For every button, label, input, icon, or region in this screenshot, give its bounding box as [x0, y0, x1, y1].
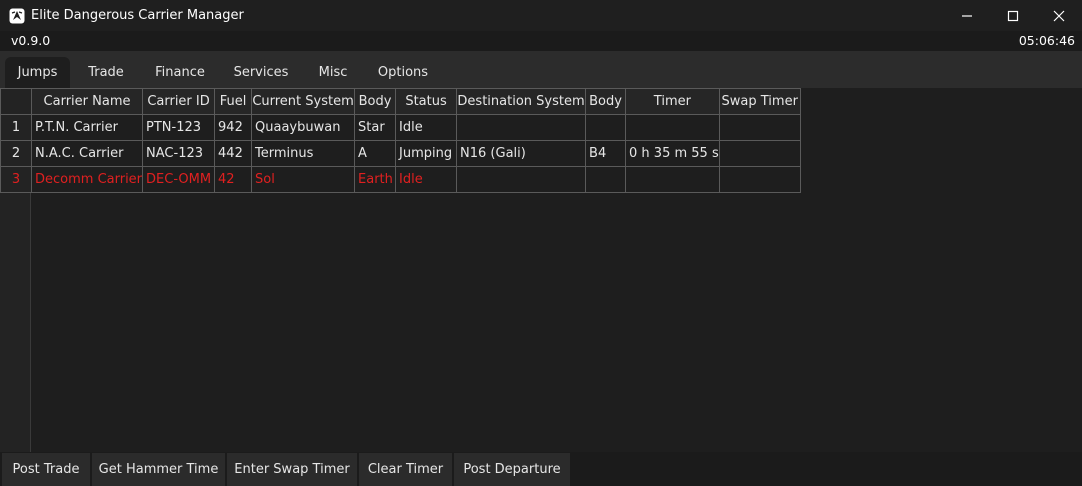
column-header[interactable]: Current System	[251, 88, 356, 115]
corner-cell[interactable]	[0, 88, 32, 115]
table-cell[interactable]: 942	[214, 114, 253, 141]
tab-services[interactable]: Services	[222, 57, 300, 88]
tab-label: Jumps	[17, 65, 58, 80]
window-controls	[944, 0, 1082, 31]
tab-trade[interactable]: Trade	[74, 57, 138, 88]
header-row: Carrier Name Carrier ID Fuel Current Sys…	[0, 88, 801, 115]
table-cell[interactable]: Jumping	[395, 140, 458, 167]
table-row[interactable]: 3 Decomm Carrier DEC-OMM 42 Sol Earth Id…	[0, 166, 801, 193]
tab-options[interactable]: Options	[366, 57, 440, 88]
status-strip: v0.9.0 05:06:46	[0, 31, 1082, 51]
maximize-icon	[1007, 10, 1019, 21]
table-cell[interactable]: Sol	[251, 166, 356, 193]
jumps-grid-area: Carrier Name Carrier ID Fuel Current Sys…	[0, 88, 1082, 452]
table-cell[interactable]: Idle	[395, 166, 458, 193]
tab-label: Options	[377, 65, 429, 80]
table-cell[interactable]: PTN-123	[142, 114, 216, 141]
column-header[interactable]: Body	[354, 88, 397, 115]
version-label: v0.9.0	[11, 33, 51, 48]
table-cell[interactable]: P.T.N. Carrier	[30, 114, 144, 141]
table-cell[interactable]: NAC-123	[142, 140, 216, 167]
tab-misc[interactable]: Misc	[304, 57, 362, 88]
row-header[interactable]: 2	[0, 140, 32, 167]
table-cell[interactable]: N.A.C. Carrier	[30, 140, 144, 167]
row-header[interactable]: 3	[0, 166, 32, 193]
column-header[interactable]: Carrier Name	[30, 88, 144, 115]
title-bar: Elite Dangerous Carrier Manager	[0, 0, 1082, 31]
minimize-icon	[962, 14, 972, 17]
table-cell[interactable]	[625, 114, 720, 141]
tab-bar: Jumps Trade Finance Services Misc Option…	[0, 51, 1082, 88]
post-departure-button[interactable]: Post Departure	[454, 453, 571, 486]
minimize-button[interactable]	[944, 0, 990, 31]
maximize-button[interactable]	[990, 0, 1036, 31]
carrier-app-icon	[9, 8, 25, 23]
table-cell[interactable]: Earth	[354, 166, 397, 193]
tab-label: Finance	[155, 65, 205, 80]
column-header[interactable]: Swap Timer	[718, 88, 801, 115]
action-bar: Post Trade Get Hammer Time Enter Swap Ti…	[0, 452, 1082, 486]
table-cell[interactable]	[585, 166, 627, 193]
table-cell[interactable]	[456, 114, 587, 141]
table-cell[interactable]: 42	[214, 166, 253, 193]
column-header[interactable]: Fuel	[214, 88, 253, 115]
clear-timer-button[interactable]: Clear Timer	[359, 453, 453, 486]
table-row[interactable]: 1 P.T.N. Carrier PTN-123 942 Quaaybuwan …	[0, 114, 801, 141]
table-cell[interactable]: Terminus	[251, 140, 356, 167]
tab-label: Misc	[318, 65, 348, 80]
get-hammer-time-button[interactable]: Get Hammer Time	[92, 453, 226, 486]
table-cell[interactable]	[718, 114, 801, 141]
carrier-table[interactable]: Carrier Name Carrier ID Fuel Current Sys…	[0, 88, 801, 193]
close-button[interactable]	[1036, 0, 1082, 31]
tab-finance[interactable]: Finance	[142, 57, 218, 88]
enter-swap-timer-button[interactable]: Enter Swap Timer	[227, 453, 358, 486]
table-cell[interactable]: B4	[585, 140, 627, 167]
table-cell[interactable]	[585, 114, 627, 141]
table-row[interactable]: 2 N.A.C. Carrier NAC-123 442 Terminus A …	[0, 140, 801, 167]
table-cell[interactable]	[718, 140, 801, 167]
table-cell[interactable]: A	[354, 140, 397, 167]
row-header[interactable]: 1	[0, 114, 32, 141]
close-icon	[1053, 10, 1065, 21]
table-cell[interactable]: DEC-OMM	[142, 166, 216, 193]
table-cell[interactable]: Quaaybuwan	[251, 114, 356, 141]
post-trade-button[interactable]: Post Trade	[2, 453, 91, 486]
window-title: Elite Dangerous Carrier Manager	[31, 8, 244, 23]
clock-label: 05:06:46	[1018, 33, 1075, 48]
table-cell[interactable]: 442	[214, 140, 253, 167]
column-header[interactable]: Destination System	[456, 88, 587, 115]
table-cell[interactable]: 0 h 35 m 55 s	[625, 140, 720, 167]
column-header[interactable]: Status	[395, 88, 458, 115]
tab-jumps[interactable]: Jumps	[5, 57, 70, 88]
table-cell[interactable]: Star	[354, 114, 397, 141]
table-cell[interactable]: Idle	[395, 114, 458, 141]
column-header[interactable]: Carrier ID	[142, 88, 216, 115]
table-cell[interactable]	[718, 166, 801, 193]
tab-label: Trade	[88, 65, 124, 80]
tab-label: Services	[233, 65, 289, 80]
column-header[interactable]: Timer	[625, 88, 720, 115]
table-cell[interactable]: Decomm Carrier	[30, 166, 144, 193]
column-header[interactable]: Body	[585, 88, 627, 115]
table-cell[interactable]	[625, 166, 720, 193]
table-cell[interactable]	[456, 166, 587, 193]
table-cell[interactable]: N16 (Gali)	[456, 140, 587, 167]
